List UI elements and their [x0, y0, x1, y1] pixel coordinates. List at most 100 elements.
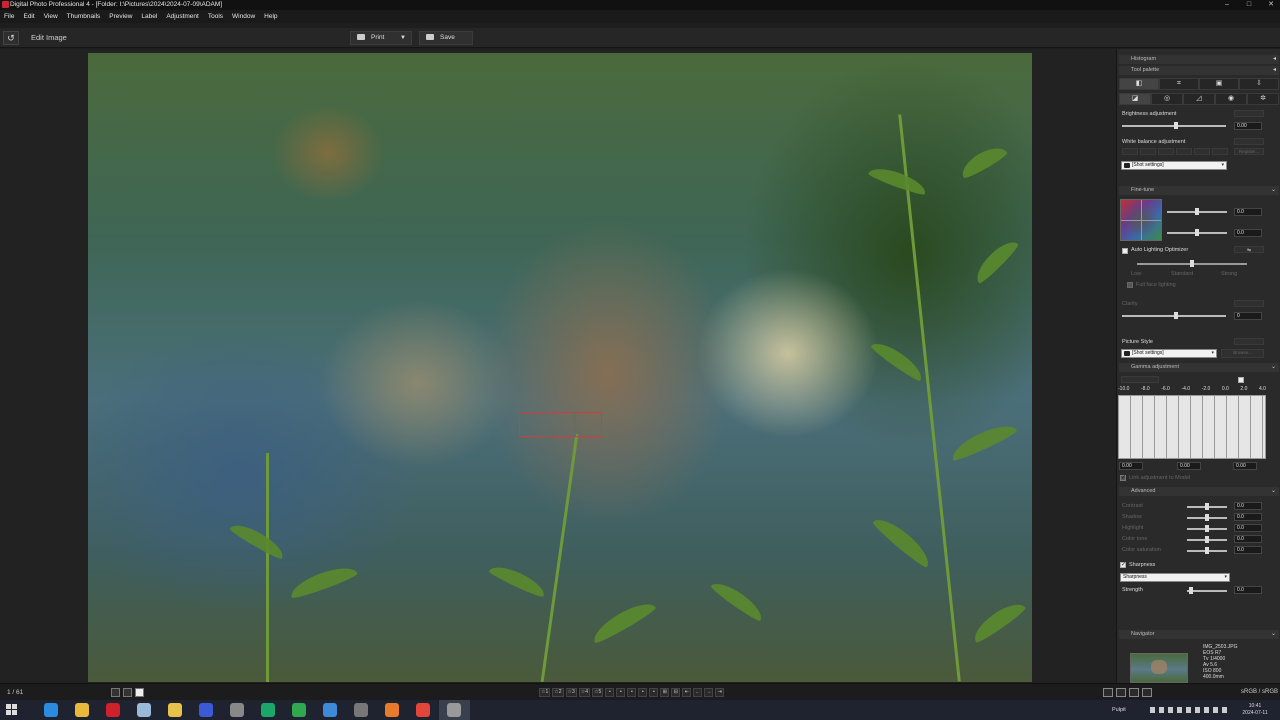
slider-knob[interactable] [1190, 260, 1194, 267]
wb-picker-button[interactable] [1122, 148, 1138, 155]
tab-lens[interactable]: ▣ [1199, 78, 1239, 90]
tray-icon[interactable] [1177, 707, 1182, 713]
sharpness-checkbox[interactable] [1120, 561, 1126, 568]
gamma-auto-button[interactable] [1121, 376, 1159, 383]
taskbar-app-tool-app[interactable] [222, 700, 253, 720]
rating-5-button[interactable]: ☆5 [592, 688, 604, 697]
grid-view-icon[interactable] [111, 688, 120, 697]
wb-reset-button[interactable] [1234, 138, 1264, 145]
finetune-slider-b[interactable] [1167, 229, 1227, 236]
color-saturation-value[interactable]: 0.0 [1234, 546, 1262, 554]
rating-2-button[interactable]: ☆2 [552, 688, 564, 697]
rating-1-button[interactable]: ☆1 [539, 688, 551, 697]
clock[interactable]: 10:41 2024-07-11 [1240, 703, 1270, 717]
tray-icon[interactable] [1204, 707, 1209, 713]
finetune-slider-a[interactable] [1167, 208, 1227, 215]
slider-knob[interactable] [1189, 587, 1193, 594]
chevron-left-icon[interactable]: ◂ [1273, 55, 1276, 64]
finetune-header[interactable]: Fine-tune ⌄ [1119, 186, 1279, 195]
photo-preview[interactable] [88, 53, 1032, 682]
label-button[interactable]: • [627, 688, 637, 697]
next-image-icon[interactable]: → [704, 688, 714, 697]
print-button[interactable]: Print ▼ [350, 31, 412, 45]
gamma-value-black[interactable]: 0.00 [1119, 462, 1143, 470]
slider-knob[interactable] [1205, 514, 1209, 521]
tab-crop[interactable]: ⌗ [1159, 78, 1199, 90]
slider-knob[interactable] [1195, 229, 1199, 236]
navigator-header[interactable]: Navigator ⌄ [1119, 630, 1279, 639]
grid-display-icon[interactable] [1116, 688, 1126, 697]
gamma-value-mid[interactable]: 0.00 [1177, 462, 1201, 470]
advanced-header[interactable]: Advanced ⌄ [1119, 487, 1279, 496]
gamma-option-checkbox[interactable] [1238, 377, 1244, 383]
taskbar-app-save-app[interactable] [191, 700, 222, 720]
taskbar-app-edge[interactable] [36, 700, 67, 720]
highlight-value[interactable]: 0.0 [1234, 524, 1262, 532]
browse-button[interactable]: Browse... [1221, 349, 1264, 358]
list-view-icon[interactable] [123, 688, 132, 697]
taskbar-app-firefox[interactable] [377, 700, 408, 720]
chevron-down-icon[interactable]: ⌄ [1271, 487, 1276, 496]
highlight-slider[interactable] [1187, 525, 1227, 532]
menu-adjustment[interactable]: Adjustment [166, 13, 199, 20]
wb-button[interactable] [1212, 148, 1228, 155]
alo-settings-button[interactable]: ⇆ [1234, 246, 1264, 253]
chevron-left-icon[interactable]: ◂ [1273, 66, 1276, 75]
wb-register-button[interactable]: Register... [1234, 148, 1264, 155]
slider-knob[interactable] [1174, 122, 1178, 129]
brightness-slider[interactable] [1122, 122, 1226, 129]
slider-knob[interactable] [1205, 547, 1209, 554]
wb-select[interactable]: [Shot settings] ▾ [1121, 161, 1227, 170]
tab-output[interactable]: ⇩ [1239, 78, 1279, 90]
sharpness-select[interactable]: Sharpness ▾ [1120, 573, 1230, 582]
tab-settings[interactable]: ✲ [1247, 93, 1279, 105]
slider-knob[interactable] [1205, 536, 1209, 543]
save-button[interactable]: Save [419, 31, 473, 45]
shadow-slider[interactable] [1187, 514, 1227, 521]
strength-value[interactable]: 0.0 [1234, 586, 1262, 594]
picture-style-select[interactable]: [Shot settings] ▾ [1121, 349, 1217, 358]
wb-button[interactable] [1158, 148, 1174, 155]
label-button[interactable]: • [616, 688, 626, 697]
af-display-icon[interactable] [1103, 688, 1113, 697]
label-button[interactable]: • [649, 688, 659, 697]
clarity-slider[interactable] [1122, 312, 1226, 319]
gamma-header[interactable]: Gamma adjustment ⌄ [1119, 363, 1279, 372]
tray-label[interactable]: Pulpit [1112, 700, 1126, 720]
close-icon[interactable]: ✕ [1266, 0, 1276, 10]
contrast-slider[interactable] [1187, 503, 1227, 510]
menu-label[interactable]: Label [141, 13, 157, 20]
menu-thumbnails[interactable]: Thumbnails [67, 13, 101, 20]
slider-knob[interactable] [1174, 312, 1178, 319]
taskbar-app-dpp[interactable] [439, 700, 470, 720]
picture-style-reset-button[interactable] [1234, 338, 1264, 345]
menu-window[interactable]: Window [232, 13, 255, 20]
chevron-down-icon[interactable]: ⌄ [1271, 630, 1276, 639]
clarity-value[interactable]: 0 [1234, 312, 1262, 320]
slider-knob[interactable] [1205, 525, 1209, 532]
chevron-down-icon[interactable]: ▼ [400, 32, 406, 44]
shadow-value[interactable]: 0.0 [1234, 513, 1262, 521]
taskbar-app-explorer[interactable] [67, 700, 98, 720]
finetune-value-a[interactable]: 0.0 [1234, 208, 1262, 216]
strength-slider[interactable] [1187, 587, 1227, 594]
back-button[interactable]: ↺ [3, 31, 19, 45]
tab-basic[interactable]: ◧ [1119, 78, 1159, 90]
alo-slider[interactable] [1137, 260, 1247, 267]
color-tone-value[interactable]: 0.0 [1234, 535, 1262, 543]
fullscreen-icon[interactable] [1129, 688, 1139, 697]
slider-knob[interactable] [1205, 503, 1209, 510]
taskbar-app-batman[interactable] [160, 700, 191, 720]
last-image-icon[interactable]: ⇥ [715, 688, 725, 697]
label-button[interactable]: • [638, 688, 648, 697]
reset-button[interactable] [1234, 110, 1264, 117]
wb-button[interactable] [1140, 148, 1156, 155]
tab-tone[interactable]: ◎ [1151, 93, 1183, 105]
color-saturation-slider[interactable] [1187, 547, 1227, 554]
windows-start-icon[interactable] [6, 704, 18, 716]
gamma-link-checkbox[interactable] [1120, 474, 1126, 481]
menu-preview[interactable]: Preview [109, 13, 132, 20]
tray-icon[interactable] [1159, 707, 1164, 713]
menu-edit[interactable]: Edit [23, 13, 34, 20]
menu-view[interactable]: View [44, 13, 58, 20]
